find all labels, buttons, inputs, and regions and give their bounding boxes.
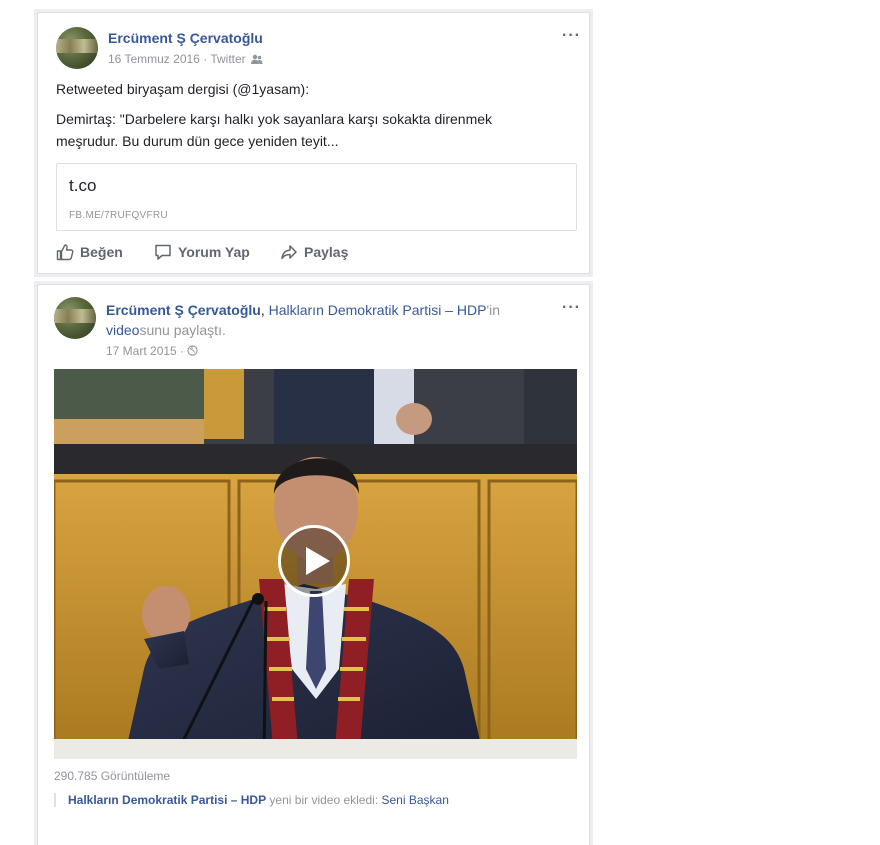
meta-separator: · — [180, 344, 185, 358]
link-preview[interactable]: t.co FB.ME/7RUFQVFRU — [56, 163, 577, 231]
share-label: Paylaş — [304, 244, 349, 260]
link-url: FB.ME/7RUFQVFRU — [69, 210, 168, 221]
author-name[interactable]: Ercüment Ş Çervatoğlu — [108, 30, 263, 46]
video-link[interactable]: video — [106, 322, 139, 338]
like-button[interactable]: Beğen — [56, 243, 123, 261]
share-button[interactable]: Paylaş — [280, 243, 348, 261]
friends-icon — [251, 54, 263, 64]
retweet-line: Retweeted biryaşam dergisi (@1yasam): — [56, 81, 310, 97]
post-date[interactable]: 16 Temmuz 2016 — [108, 52, 200, 66]
meta-separator: · — [203, 52, 208, 66]
link-title: t.co — [69, 176, 97, 195]
post-source[interactable]: Twitter — [210, 52, 245, 66]
comment-button[interactable]: Yorum Yap — [154, 243, 250, 261]
post-meta: 17 Mart 2015 · — [106, 344, 199, 358]
post-card-video-share: Ercüment Ş Çervatoğlu, Halkların Demokra… — [37, 284, 590, 845]
post-date[interactable]: 17 Mart 2015 — [106, 344, 177, 358]
header-suffix: 'in — [486, 302, 501, 318]
post-options-button[interactable]: ··· — [562, 27, 581, 45]
thumbs-up-icon — [56, 244, 74, 261]
author-avatar[interactable] — [54, 297, 96, 339]
play-icon — [306, 547, 330, 575]
author-name[interactable]: Ercüment Ş Çervatoğlu — [106, 302, 261, 318]
post-header-text: Ercüment Ş Çervatoğlu, Halkların Demokra… — [106, 300, 546, 340]
shared-page-link[interactable]: Halkların Demokratik Partisi – HDP — [68, 793, 266, 807]
comment-icon — [155, 244, 171, 260]
page-name-link[interactable]: Halkların Demokratik Partisi – HDP — [269, 302, 487, 318]
like-label: Beğen — [80, 244, 123, 260]
shared-video-title[interactable]: Seni Başkan — [382, 793, 449, 807]
post-body-line-2: meşrudur. Bu durum dün gece yeniden teyi… — [56, 133, 339, 149]
share-icon — [281, 245, 297, 260]
author-avatar[interactable] — [56, 27, 98, 69]
post-options-button[interactable]: ··· — [562, 299, 581, 317]
header-comma: , — [260, 302, 269, 318]
post-body-line-1: Demirtaş: "Darbelere karşı halkı yok say… — [56, 111, 493, 127]
shared-video-attribution: Halkların Demokratik Partisi – HDP yeni … — [54, 793, 449, 807]
post-meta: 16 Temmuz 2016 · Twitter — [108, 52, 263, 66]
post-card-twitter: Ercüment Ş Çervatoğlu 16 Temmuz 2016 · T… — [37, 12, 590, 274]
shared-text: yeni bir video ekledi: — [266, 793, 382, 807]
view-count: 290.785 Görüntüleme — [54, 769, 171, 783]
play-button[interactable] — [278, 525, 350, 597]
video-player[interactable] — [54, 369, 577, 759]
header-tail: sunu paylaştı. — [139, 322, 226, 338]
comment-label: Yorum Yap — [178, 244, 250, 260]
globe-icon — [187, 345, 199, 356]
